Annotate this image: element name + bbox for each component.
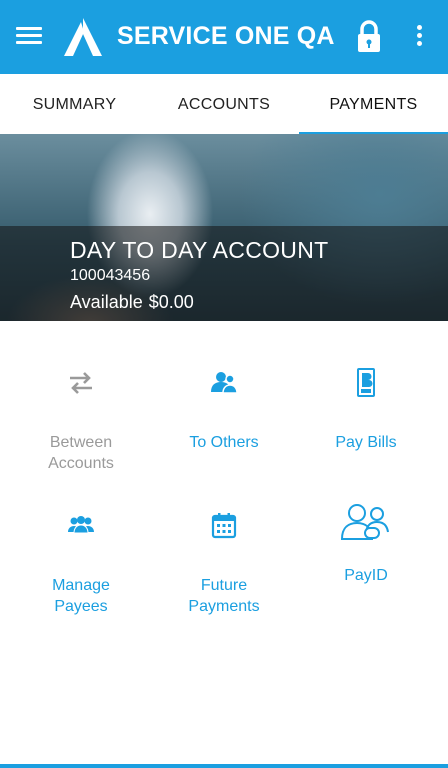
manage-payees-button[interactable]: Manage Payees xyxy=(11,511,151,631)
person-transfer-icon xyxy=(211,372,238,394)
label-line: Accounts xyxy=(48,455,114,472)
available-label: Available xyxy=(70,292,143,312)
label-line: Between xyxy=(49,434,113,451)
tab-bar: SUMMARY ACCOUNTS PAYMENTS xyxy=(0,74,448,135)
future-payments-label: Future Payments xyxy=(154,575,294,617)
app-bar: SERVICE ONE QA xyxy=(0,0,448,74)
available-amount: $0.00 xyxy=(148,292,194,312)
label-line: Pay Bills xyxy=(335,434,397,451)
tab-summary[interactable]: SUMMARY xyxy=(0,74,149,134)
bottom-accent-line xyxy=(0,764,448,768)
brand-logo xyxy=(64,18,102,56)
app-title: SERVICE ONE QA xyxy=(117,22,335,50)
future-payments-button[interactable]: Future Payments xyxy=(154,511,294,631)
between-accounts-label: Between Accounts xyxy=(11,432,151,474)
manage-payees-label: Manage Payees xyxy=(11,575,151,617)
more-options-icon[interactable] xyxy=(407,22,431,52)
payid-button[interactable]: PayID xyxy=(296,501,436,621)
lock-icon[interactable] xyxy=(354,20,384,54)
transfer-arrows-icon xyxy=(70,372,92,394)
payid-label: PayID xyxy=(296,565,436,586)
label-line: Manage xyxy=(52,577,110,594)
label-line: To Others xyxy=(189,434,259,451)
payid-icon xyxy=(340,504,389,540)
to-others-label: To Others xyxy=(154,432,294,453)
to-others-button[interactable]: To Others xyxy=(154,368,294,488)
account-number: 100043456 xyxy=(70,267,151,284)
bpay-icon xyxy=(357,368,375,397)
pay-bills-label: Pay Bills xyxy=(296,432,436,453)
group-icon xyxy=(68,516,94,534)
label-line: Payees xyxy=(54,598,108,615)
between-accounts-button[interactable]: Between Accounts xyxy=(11,368,151,488)
label-line: Payments xyxy=(188,598,260,615)
label-line: Future xyxy=(200,577,248,594)
tab-payments[interactable]: PAYMENTS xyxy=(299,74,448,135)
account-banner: DAY TO DAY ACCOUNT 100043456 Available $0… xyxy=(0,134,448,321)
pay-bills-button[interactable]: Pay Bills xyxy=(296,368,436,488)
calendar-icon xyxy=(211,513,237,539)
available-balance: Available $0.00 xyxy=(70,292,194,313)
label-line: PayID xyxy=(344,567,388,584)
account-name: DAY TO DAY ACCOUNT xyxy=(70,237,329,263)
tab-accounts[interactable]: ACCOUNTS xyxy=(149,74,299,134)
menu-icon[interactable] xyxy=(14,23,44,51)
